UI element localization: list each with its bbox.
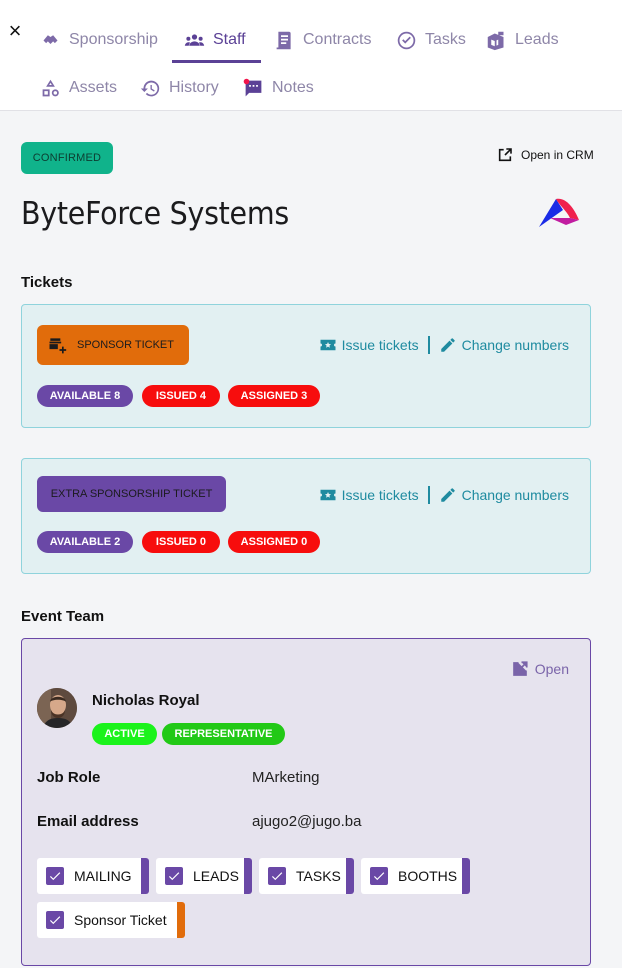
notes-icon — [243, 78, 262, 96]
permission-label: LEADS — [193, 868, 239, 884]
status-badge: CONFIRMED — [21, 142, 113, 174]
tab-label: Sponsorship — [69, 31, 158, 48]
chip-edge — [141, 858, 149, 894]
tab-label: Notes — [272, 79, 314, 96]
pencil-icon — [440, 488, 455, 502]
checkbox-checked-icon — [370, 867, 388, 885]
tab-bar: × Sponsorship Staff Contracts Tasks Lead… — [0, 0, 622, 111]
close-icon[interactable]: × — [5, 18, 25, 43]
tab-label: Staff — [213, 31, 246, 48]
active-tab-indicator — [172, 60, 261, 63]
permission-label: BOOTHS — [398, 868, 458, 884]
tab-assets[interactable]: Assets — [40, 72, 117, 104]
pencil-icon — [440, 338, 455, 352]
permission-mailing-checkbox[interactable]: MAILING — [37, 858, 149, 894]
event-team-section-title: Event Team — [21, 608, 105, 625]
chip-edge — [462, 858, 470, 894]
role-badge: REPRESENTATIVE — [162, 723, 285, 745]
tab-label: History — [169, 79, 219, 96]
extra-sponsorship-ticket-button[interactable]: EXTRA SPONSORSHIP TICKET — [37, 476, 226, 512]
assigned-count-badge: ASSIGNED 0 — [228, 531, 320, 553]
issue-tickets-label: Issue tickets — [341, 337, 419, 353]
permission-booths-checkbox[interactable]: BOOTHS — [361, 858, 470, 894]
sponsor-ticket-button[interactable]: SPONSOR TICKET — [37, 325, 189, 365]
tab-label: Contracts — [303, 31, 372, 48]
tab-leads[interactable]: Leads — [486, 24, 559, 56]
tab-staff[interactable]: Staff — [184, 24, 246, 56]
checkbox-checked-icon — [46, 867, 64, 885]
available-count-badge: AVAILABLE 2 — [37, 531, 133, 553]
open-member-link[interactable]: Open — [511, 660, 569, 678]
avatar — [37, 688, 77, 728]
company-name: ByteForce Systems — [21, 196, 289, 232]
checkbox-checked-icon — [268, 867, 286, 885]
ticket-actions: Issue tickets Change numbers — [319, 486, 569, 504]
ticket-type-label: SPONSOR TICKET — [77, 339, 174, 351]
permission-leads-checkbox[interactable]: LEADS — [156, 858, 252, 894]
tab-label: Assets — [69, 79, 118, 96]
tickets-section-title: Tickets — [21, 274, 73, 291]
divider — [427, 336, 430, 354]
active-status-badge: ACTIVE — [92, 723, 157, 745]
ticket-card-sponsor: SPONSOR TICKET Issue tickets Change numb… — [21, 304, 591, 428]
people-icon — [184, 33, 205, 46]
tab-label: Tasks — [425, 31, 466, 48]
tab-notes[interactable]: Notes — [243, 72, 314, 104]
external-link-icon — [512, 661, 528, 676]
ticket-card-extra: EXTRA SPONSORSHIP TICKET Issue tickets C… — [21, 458, 591, 574]
assigned-count-badge: ASSIGNED 3 — [228, 385, 320, 407]
issued-count-badge: ISSUED 0 — [142, 531, 220, 553]
history-icon — [140, 80, 160, 96]
issue-tickets-label: Issue tickets — [341, 487, 419, 503]
team-member-card: Open Nicholas Royal ACTIVE REPRESENTATIV… — [21, 638, 591, 966]
email-value: ajugo2@jugo.ba — [252, 813, 362, 830]
checkbox-checked-icon — [46, 911, 64, 929]
handshake-icon — [43, 34, 58, 44]
issue-tickets-button[interactable]: Issue tickets — [319, 336, 419, 354]
leads-icon — [487, 31, 504, 50]
change-numbers-button[interactable]: Change numbers — [439, 336, 569, 354]
open-in-crm-label: Open in CRM — [521, 148, 594, 162]
change-numbers-button[interactable]: Change numbers — [439, 486, 569, 504]
ticket-actions: Issue tickets Change numbers — [319, 336, 569, 354]
tab-tasks[interactable]: Tasks — [396, 24, 466, 56]
permission-sponsor-ticket-checkbox[interactable]: Sponsor Ticket — [37, 902, 185, 938]
open-label: Open — [534, 661, 569, 677]
permission-tasks-checkbox[interactable]: TASKS — [259, 858, 354, 894]
check-circle-icon — [397, 31, 416, 49]
change-numbers-label: Change numbers — [461, 337, 569, 353]
chip-edge — [346, 858, 354, 894]
email-label: Email address — [37, 813, 139, 830]
tab-sponsorship[interactable]: Sponsorship — [40, 24, 158, 56]
checkbox-checked-icon — [165, 867, 183, 885]
job-role-value: MArketing — [252, 769, 320, 786]
permission-label: MAILING — [74, 868, 132, 884]
ticket-star-icon — [320, 339, 336, 351]
permission-label: TASKS — [296, 868, 341, 884]
member-name: Nicholas Royal — [92, 692, 200, 709]
issued-count-badge: ISSUED 4 — [142, 385, 220, 407]
change-numbers-label: Change numbers — [461, 487, 569, 503]
chip-edge — [244, 858, 252, 894]
job-role-label: Job Role — [37, 769, 101, 786]
company-logo — [539, 198, 579, 227]
open-in-crm-link[interactable]: Open in CRM — [497, 147, 594, 163]
contract-icon — [276, 31, 291, 49]
permission-label: Sponsor Ticket — [74, 912, 167, 928]
external-link-icon — [498, 148, 512, 162]
tab-history[interactable]: History — [140, 72, 219, 104]
issue-tickets-button[interactable]: Issue tickets — [319, 486, 419, 504]
chip-edge — [177, 902, 185, 938]
tab-label: Leads — [515, 31, 559, 48]
available-count-badge: AVAILABLE 8 — [37, 385, 133, 407]
ticket-add-icon — [49, 338, 67, 354]
ticket-star-icon — [320, 489, 336, 501]
tab-contracts[interactable]: Contracts — [274, 24, 371, 56]
divider — [427, 486, 430, 504]
shapes-icon — [42, 79, 59, 96]
ticket-type-label: EXTRA SPONSORSHIP TICKET — [50, 488, 213, 500]
